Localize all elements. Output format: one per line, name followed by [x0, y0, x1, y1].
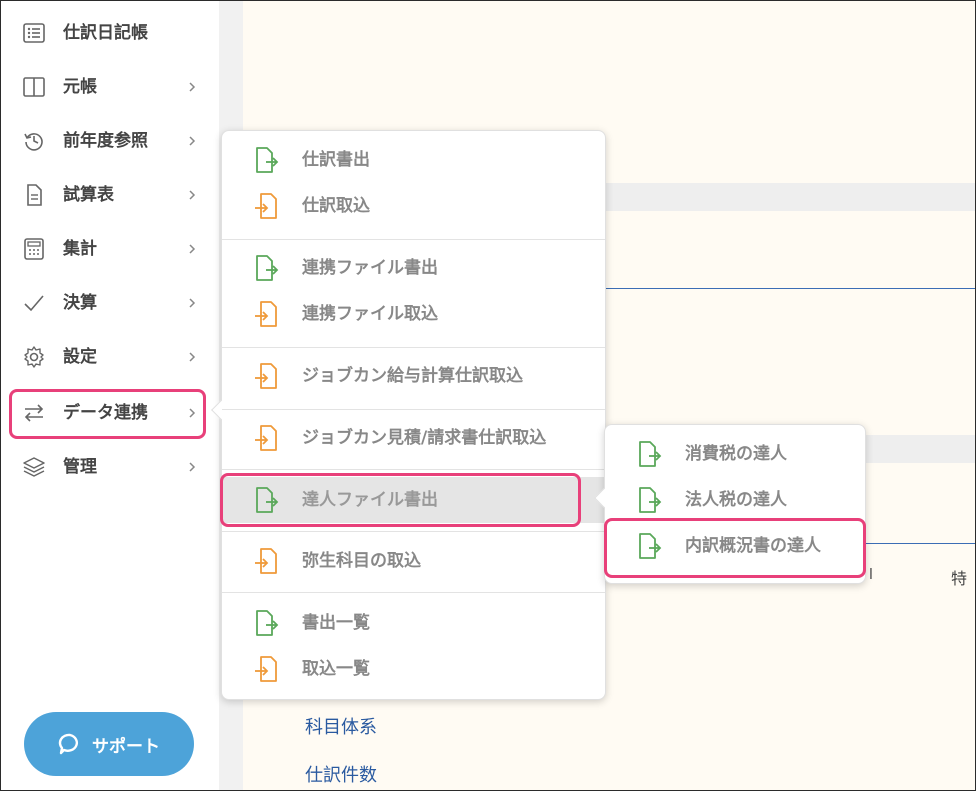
- import-icon: [255, 656, 277, 682]
- import-icon: [255, 363, 277, 389]
- menu-separator: [222, 469, 605, 470]
- submenu-item-corporate-tax[interactable]: 法人税の達人: [605, 477, 865, 523]
- highlight-box: [604, 518, 866, 578]
- sidebar-item-prior-year[interactable]: 前年度参照: [1, 119, 219, 163]
- highlight-box: [9, 389, 206, 439]
- sidebar-item-admin[interactable]: 管理: [1, 445, 219, 489]
- highlight-box: [220, 473, 581, 527]
- list-icon: [21, 22, 47, 44]
- sidebar-item-label: 前年度参照: [63, 131, 148, 151]
- menu-item-journal-import[interactable]: 仕訳取込: [222, 183, 605, 229]
- chevron-right-icon: [187, 185, 197, 205]
- support-label: サポート: [92, 736, 160, 757]
- menu-separator: [222, 409, 605, 410]
- import-icon: [255, 548, 277, 574]
- chevron-right-icon: [187, 457, 197, 477]
- sidebar-item-label: 決算: [63, 293, 97, 313]
- sidebar-item-aggregate[interactable]: 集計: [1, 227, 219, 271]
- menu-separator: [222, 531, 605, 532]
- content-fragment: 特: [951, 569, 968, 588]
- menu-item-jobcan-invoice-import[interactable]: ジョブカン見積/請求書仕訳取込: [222, 415, 605, 461]
- export-icon: [256, 610, 279, 636]
- sidebar-item-label: 集計: [63, 239, 97, 259]
- history-icon: [21, 130, 47, 152]
- app-frame: 仕訳日記帳 元帳 前年度参照 試算表 集計 決算 設定 データ連携 管理 サポー…: [0, 0, 976, 791]
- sidebar-item-ledger[interactable]: 元帳: [1, 65, 219, 109]
- chat-bubble-icon: [58, 733, 79, 755]
- support-button[interactable]: サポート: [24, 712, 194, 776]
- sidebar-item-label: 試算表: [63, 185, 114, 205]
- export-icon: [256, 147, 279, 173]
- menu-item-label: 連携ファイル書出: [302, 258, 438, 278]
- document-icon: [21, 184, 47, 206]
- menu-item-jobcan-payroll-import[interactable]: ジョブカン給与計算仕訳取込: [222, 353, 605, 399]
- chevron-right-icon: [187, 239, 197, 259]
- chevron-right-icon: [187, 293, 197, 313]
- import-icon: [255, 425, 277, 451]
- book-icon: [21, 76, 47, 98]
- sidebar-item-label: 設定: [63, 347, 97, 367]
- menu-separator: [222, 347, 605, 348]
- sidebar-item-trial-balance[interactable]: 試算表: [1, 173, 219, 217]
- sidebar-item-closing[interactable]: 決算: [1, 281, 219, 325]
- chevron-right-icon: [187, 347, 197, 367]
- calculator-icon: [21, 238, 47, 260]
- menu-item-label: 仕訳書出: [302, 150, 370, 170]
- check-icon: [21, 292, 47, 314]
- sidebar: 仕訳日記帳 元帳 前年度参照 試算表 集計 決算 設定 データ連携 管理 サポー…: [1, 1, 219, 790]
- menu-item-label: 連携ファイル取込: [302, 304, 438, 324]
- menu-item-label: 仕訳取込: [302, 196, 370, 216]
- sidebar-item-journal[interactable]: 仕訳日記帳: [1, 11, 219, 55]
- sidebar-item-label: 元帳: [63, 77, 97, 97]
- export-icon: [639, 487, 662, 513]
- menu-item-label: 法人税の達人: [685, 490, 787, 510]
- export-icon: [256, 255, 279, 281]
- menu-item-label: ジョブカン給与計算仕訳取込: [302, 366, 523, 386]
- menu-item-export-list[interactable]: 書出一覧: [222, 600, 605, 646]
- layers-icon: [21, 456, 47, 478]
- export-icon: [639, 441, 662, 467]
- divider-line: [603, 288, 975, 289]
- sidebar-item-settings[interactable]: 設定: [1, 335, 219, 379]
- chevron-right-icon: [187, 131, 197, 151]
- menu-item-label: 弥生科目の取込: [302, 551, 421, 571]
- data-integration-menu: 仕訳書出 仕訳取込 連携ファイル書出 連携ファイル取込 ジョブカン給与計算仕訳取…: [211, 130, 606, 700]
- submenu-item-consumption-tax[interactable]: 消費税の達人: [605, 431, 865, 477]
- menu-item-yayoi-import[interactable]: 弥生科目の取込: [222, 538, 605, 584]
- menu-item-label: 取込一覧: [302, 659, 370, 679]
- sidebar-item-label: 仕訳日記帳: [63, 23, 148, 43]
- menu-item-label: ジョブカン見積/請求書仕訳取込: [302, 428, 547, 448]
- menu-item-label: 書出一覧: [302, 613, 370, 633]
- menu-item-label: 消費税の達人: [685, 444, 787, 464]
- gear-icon: [21, 346, 47, 368]
- sidebar-item-label: 管理: [63, 457, 97, 477]
- chevron-right-icon: [187, 77, 197, 97]
- content-link[interactable]: 科目体系: [305, 713, 377, 739]
- content-fragment: l: [869, 567, 873, 583]
- menu-item-link-file-export[interactable]: 連携ファイル書出: [222, 245, 605, 291]
- menu-separator: [222, 239, 605, 240]
- import-icon: [255, 193, 277, 219]
- content-link[interactable]: 仕訳件数: [305, 761, 377, 787]
- menu-item-journal-export[interactable]: 仕訳書出: [222, 137, 605, 183]
- menu-item-link-file-import[interactable]: 連携ファイル取込: [222, 291, 605, 337]
- menu-item-import-list[interactable]: 取込一覧: [222, 646, 605, 692]
- menu-separator: [222, 592, 605, 593]
- divider-line: [863, 543, 975, 544]
- import-icon: [255, 301, 277, 327]
